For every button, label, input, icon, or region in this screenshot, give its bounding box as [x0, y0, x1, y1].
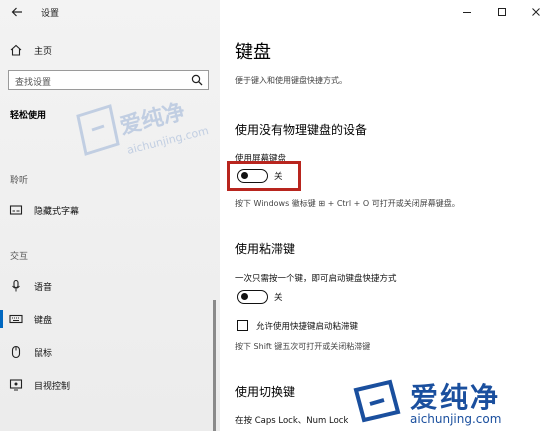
eye-control-icon [9, 379, 23, 391]
sticky-toggle-label: 一次只需按一个键，即可启动键盘快捷方式 [235, 274, 397, 284]
captions-icon [9, 205, 23, 215]
maximize-icon[interactable] [494, 4, 510, 20]
nav-home[interactable]: 主页 [0, 38, 218, 62]
back-arrow-icon[interactable] [10, 5, 24, 19]
sticky-hint: 按下 Shift 键五次可打开或关闭粘滞键 [235, 342, 371, 351]
section-hearing: 聆听 [10, 176, 29, 186]
home-icon [10, 44, 22, 56]
keyboard-icon [9, 314, 23, 324]
main-pane [220, 0, 550, 431]
nav-home-label: 主页 [34, 46, 53, 57]
highlight-box [227, 161, 301, 191]
sticky-toggle-state: 关 [274, 293, 283, 303]
osk-heading: 使用没有物理键盘的设备 [235, 123, 368, 137]
sticky-heading: 使用粘滞键 [235, 242, 296, 256]
sidebar: 查找设置 主页 轻松使用 聆听 隐藏式字幕 交互 语音 键盘 鼠标 目视控制 [0, 0, 220, 431]
title-bar: 设置 [0, 0, 550, 24]
watermark-corner: 爱纯净 aichunjing.com [348, 372, 548, 430]
nav-mouse-label: 鼠标 [34, 348, 53, 359]
nav-captions-label: 隐藏式字幕 [34, 206, 80, 217]
nav-eye-control-label: 目视控制 [34, 381, 71, 392]
sticky-toggle[interactable] [237, 290, 268, 304]
microphone-icon [12, 279, 20, 292]
app-title: 设置 [41, 9, 60, 19]
sidebar-scrollbar[interactable] [213, 300, 216, 431]
sticky-checkbox-label: 允许使用快捷键启动粘滞键 [256, 322, 359, 332]
watermark-brand: 爱纯净 [410, 381, 501, 414]
nav-keyboard[interactable]: 键盘 [0, 307, 218, 331]
close-icon[interactable] [528, 4, 544, 20]
watermark-logo-icon: 爱纯净 aichunjing.com [76, 99, 210, 157]
nav-eye-control[interactable]: 目视控制 [0, 373, 218, 397]
sticky-shortcut-checkbox[interactable] [237, 320, 248, 331]
watermark-logo-icon [353, 379, 401, 423]
nav-mouse[interactable]: 鼠标 [0, 340, 218, 364]
toggle-keys-text: 在按 Caps Lock、Num Lock [235, 416, 349, 426]
toggle-knob [241, 293, 248, 300]
osk-hint: 按下 Windows 徽标键 ⊞ + Ctrl + O 可打开或关闭屏幕键盘。 [235, 199, 460, 208]
search-icon[interactable] [191, 74, 203, 86]
watermark-url: aichunjing.com [410, 412, 502, 426]
toggle-keys-heading: 使用切换键 [235, 385, 296, 399]
nav-keyboard-label: 键盘 [34, 315, 53, 326]
page-description: 便于键入和使用键盘快捷方式。 [235, 76, 347, 85]
nav-speech-label: 语音 [34, 282, 53, 293]
minimize-icon[interactable] [459, 4, 475, 20]
section-interaction: 交互 [10, 252, 29, 262]
search-box[interactable]: 查找设置 [8, 70, 209, 90]
mouse-icon [11, 345, 21, 359]
nav-captions[interactable]: 隐藏式字幕 [0, 198, 218, 222]
page-title: 键盘 [235, 42, 271, 63]
search-placeholder: 查找设置 [15, 78, 52, 88]
category-title: 轻松使用 [10, 111, 47, 121]
watermark-sidebar: 爱纯净 aichunjing.com [70, 96, 220, 170]
nav-speech[interactable]: 语音 [0, 274, 218, 298]
